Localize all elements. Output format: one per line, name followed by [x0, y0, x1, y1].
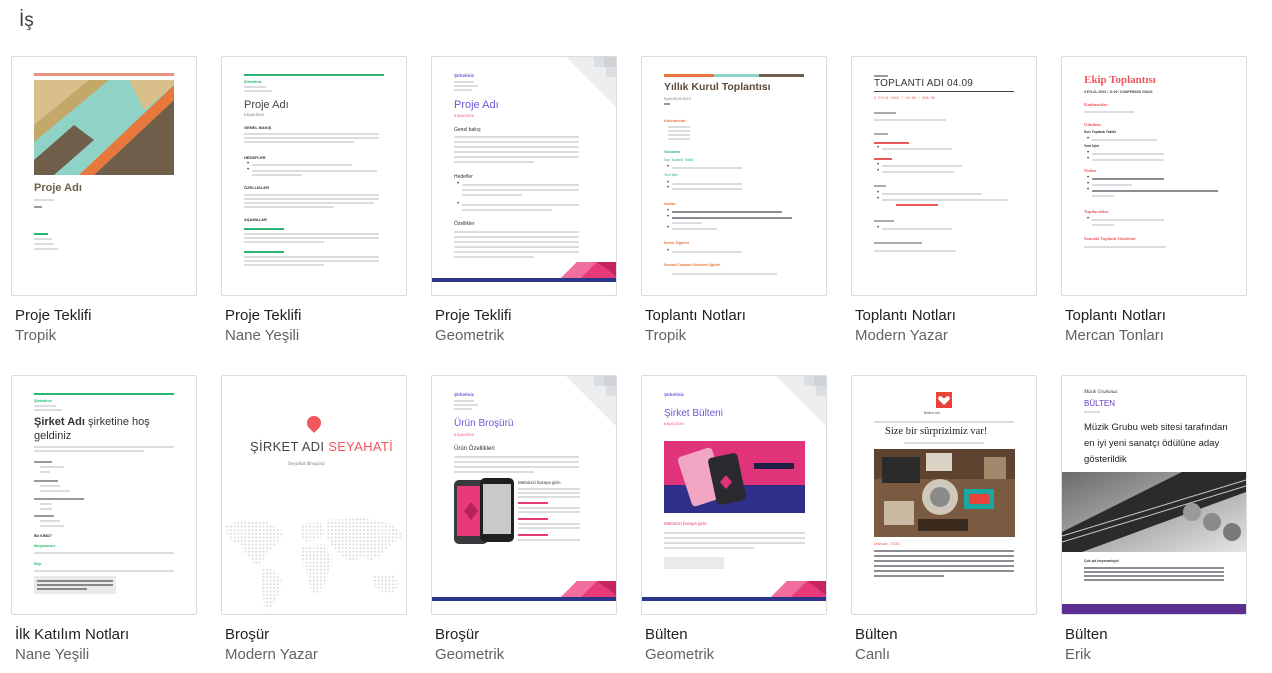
- template-card-meeting-notes-modern-writer[interactable]: TOPLANTI ADI 04.09 9 EYLÜL 20XX / 10:00 …: [851, 56, 1037, 344]
- template-style: Erik: [1065, 646, 1091, 663]
- template-title: İlk Katılım Notları: [15, 626, 130, 643]
- corner-pattern: [566, 376, 616, 426]
- page-preview: Müzik Grubunuz BÜLTEN Müzik Grubu web si…: [1062, 376, 1246, 614]
- template-title: Toplantı Notları: [855, 307, 956, 324]
- page-heading: TOPLANTI ADI 04.09: [874, 78, 974, 89]
- page-heading: Proje Adı: [244, 99, 289, 111]
- template-card-meeting-notes-tropic[interactable]: Yıllık Kurul Toplantısı Eylül 08.09.20XX…: [641, 56, 827, 344]
- page-preview: Şirketiniz Proje Adı 8 Eylül 20XX Genel …: [432, 57, 616, 295]
- template-style: Modern Yazar: [855, 327, 948, 344]
- template-style: Tropik: [15, 327, 57, 344]
- page-preview: Proje Adı: [12, 57, 196, 295]
- template-thumbnail[interactable]: Şirketiniz Ürün Broşürü 8 Eylül 20XX Ürü…: [431, 375, 617, 615]
- template-title: Toplantı Notları: [1065, 307, 1166, 324]
- template-title: Proje Teklifi: [225, 307, 302, 324]
- template-thumbnail[interactable]: Proje Adı: [11, 56, 197, 296]
- template-title: Broşür: [435, 626, 480, 643]
- page-preview: Şirketiniz Ürün Broşürü 8 Eylül 20XX Ürü…: [432, 376, 616, 614]
- page-preview: Yıllık Kurul Toplantısı Eylül 08.09.20XX…: [642, 57, 826, 295]
- template-card-meeting-notes-coral[interactable]: Ekip Toplantısı 9 EYLÜL 20XX / 11:00 / K…: [1061, 56, 1247, 344]
- template-style: Geometrik: [435, 646, 505, 663]
- page-heading: Proje Adı: [34, 182, 82, 194]
- page-heading: Ekip Toplantısı: [1084, 74, 1156, 86]
- page-heading: Müzik Grubu web sitesi tarafından: [1084, 422, 1228, 433]
- template-thumbnail[interactable]: Şirketiniz Proje Adı 8 Eylül 20XX GENEL …: [221, 56, 407, 296]
- template-style: Nane Yeşili: [225, 327, 300, 344]
- template-title: Bülten: [1065, 626, 1108, 643]
- template-card-newsletter-vibrant[interactable]: Bülten adı Size bir sürprizimiz var! Ürü…: [851, 375, 1037, 663]
- page-heading: Ürün Broşürü: [454, 418, 514, 429]
- section-title: İş: [19, 10, 34, 31]
- template-style: Tropik: [645, 327, 687, 344]
- page-heading: Size bir sürprizimiz var!: [885, 426, 988, 437]
- template-thumbnail[interactable]: Şirketiniz Proje Adı 8 Eylül 20XX Genel …: [431, 56, 617, 296]
- corner-pattern: [776, 376, 826, 426]
- world-map-image: [224, 518, 404, 610]
- geometric-art: [34, 80, 174, 175]
- template-title: Bülten: [645, 626, 688, 643]
- page-preview: Şirketiniz Şirket Bülteni 8 Eylül 20XX M…: [642, 376, 826, 614]
- template-thumbnail[interactable]: ŞİRKET ADI SEYAHATİ Seyahat Broşürü: [221, 375, 407, 615]
- template-card-project-proposal-tropic[interactable]: Proje Adı Proje Teklifi Tropik: [11, 56, 197, 344]
- template-card-project-proposal-geometric[interactable]: Şirketiniz Proje Adı 8 Eylül 20XX Genel …: [431, 56, 617, 344]
- template-style: Modern Yazar: [225, 646, 318, 663]
- page-heading: Proje Adı: [454, 99, 499, 111]
- template-thumbnail[interactable]: Bülten adı Size bir sürprizimiz var! Ürü…: [851, 375, 1037, 615]
- template-style: Nane Yeşili: [15, 646, 90, 663]
- page-heading: Şirket Adı şirketine hoş: [34, 416, 150, 428]
- page-heading: ŞİRKET ADI SEYAHATİ: [250, 439, 393, 454]
- desk-photo-image: [874, 449, 1015, 537]
- page-heading: Yıllık Kurul Toplantısı: [664, 81, 771, 93]
- template-style: Geometrik: [435, 327, 505, 344]
- phone-product-image: [454, 478, 514, 544]
- page-preview: TOPLANTI ADI 04.09 9 EYLÜL 20XX / 10:00 …: [852, 57, 1036, 295]
- template-style: Canlı: [855, 646, 891, 663]
- template-card-newsletter-plum[interactable]: Müzik Grubunuz BÜLTEN Müzik Grubu web si…: [1061, 375, 1247, 663]
- template-card-newsletter-geometric[interactable]: Şirketiniz Şirket Bülteni 8 Eylül 20XX M…: [641, 375, 827, 663]
- page-heading: Şirket Bülteni: [664, 408, 723, 419]
- page-company: Şirketiniz: [244, 79, 262, 84]
- template-card-brochure-geometric[interactable]: Şirketiniz Ürün Broşürü 8 Eylül 20XX Ürü…: [431, 375, 617, 663]
- template-title: Bülten: [855, 626, 898, 643]
- location-pin-icon: [304, 413, 324, 433]
- template-thumbnail[interactable]: Yıllık Kurul Toplantısı Eylül 08.09.20XX…: [641, 56, 827, 296]
- template-title: Toplantı Notları: [645, 307, 746, 324]
- guitar-photo-image: [1062, 472, 1246, 552]
- template-title: Broşür: [225, 626, 270, 643]
- template-title: Proje Teklifi: [435, 307, 512, 324]
- template-card-project-proposal-mint[interactable]: Şirketiniz Proje Adı 8 Eylül 20XX GENEL …: [221, 56, 407, 344]
- page-preview: Şirketiniz Şirket Adı şirketine hoş geld…: [12, 376, 196, 614]
- template-card-brochure-modern-writer[interactable]: ŞİRKET ADI SEYAHATİ Seyahat Broşürü Broş…: [221, 375, 407, 663]
- heart-logo-icon: [936, 392, 952, 408]
- template-style: Geometrik: [645, 646, 715, 663]
- page-preview: Bülten adı Size bir sürprizimiz var! Ürü…: [852, 376, 1036, 614]
- page-preview: Şirketiniz Proje Adı 8 Eylül 20XX GENEL …: [222, 57, 406, 295]
- corner-pattern: [566, 57, 616, 107]
- template-title: Proje Teklifi: [15, 307, 92, 324]
- hero-phone-image: [664, 441, 805, 513]
- page-preview: Ekip Toplantısı 9 EYLÜL 20XX / 11:00 / K…: [1062, 57, 1246, 295]
- template-thumbnail[interactable]: Şirketiniz Şirket Adı şirketine hoş geld…: [11, 375, 197, 615]
- template-thumbnail[interactable]: Müzik Grubunuz BÜLTEN Müzik Grubu web si…: [1061, 375, 1247, 615]
- template-thumbnail[interactable]: TOPLANTI ADI 04.09 9 EYLÜL 20XX / 10:00 …: [851, 56, 1037, 296]
- page-preview: ŞİRKET ADI SEYAHATİ Seyahat Broşürü: [222, 376, 406, 614]
- template-style: Mercan Tonları: [1065, 327, 1164, 344]
- template-thumbnail[interactable]: Şirketiniz Şirket Bülteni 8 Eylül 20XX M…: [641, 375, 827, 615]
- template-card-onboarding-notes-mint[interactable]: Şirketiniz Şirket Adı şirketine hoş geld…: [11, 375, 197, 663]
- template-thumbnail[interactable]: Ekip Toplantısı 9 EYLÜL 20XX / 11:00 / K…: [1061, 56, 1247, 296]
